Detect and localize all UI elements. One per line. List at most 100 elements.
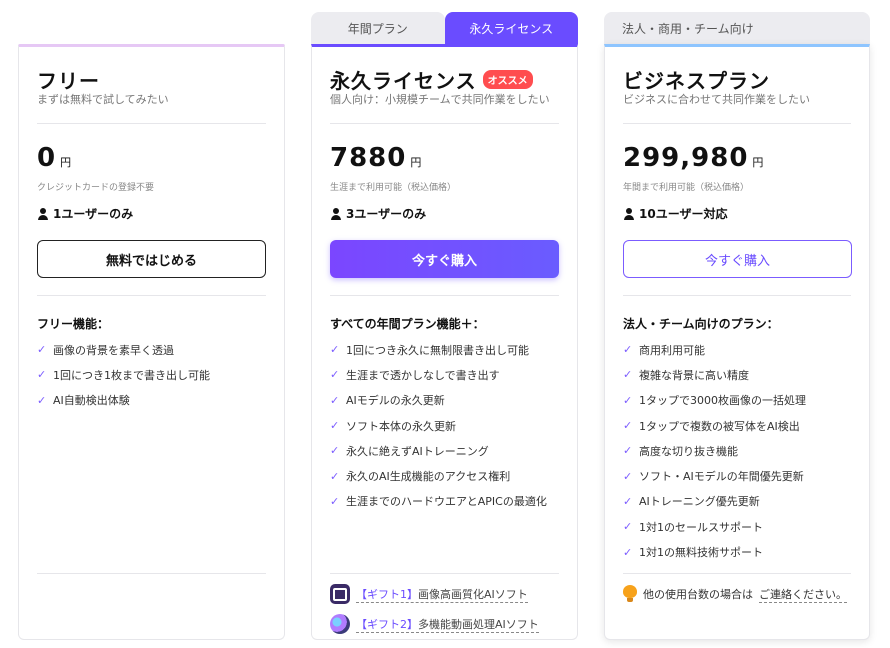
gift-item[interactable]: 【ギフト1】画像高画質化AIソフト bbox=[330, 579, 559, 609]
list-item: ✓ AI自動検出体験 bbox=[37, 388, 266, 413]
tab-lifetime[interactable]: 永久ライセンス bbox=[444, 12, 578, 44]
list-item: ✓ ソフト・AIモデルの年間優先更新 bbox=[623, 463, 851, 488]
contact-note: 他の使用台数の場合は ご連絡ください。 bbox=[623, 585, 847, 603]
feature-text: ソフト本体の永久更新 bbox=[346, 419, 456, 433]
list-item: ✓ 画像の背景を素早く透過 bbox=[37, 337, 266, 362]
feature-text: 1対1の無料技術サポート bbox=[639, 546, 763, 560]
price-unit: 円 bbox=[752, 156, 764, 169]
feature-text: 生涯まで透かしなしで書き出す bbox=[346, 368, 500, 382]
list-item: ✓ AIモデルの永久更新 bbox=[330, 388, 559, 413]
lightbulb-icon bbox=[623, 585, 637, 603]
list-item: ✓ 1回につき永久に無制限書き出し可能 bbox=[330, 337, 559, 362]
price: 7880 円 bbox=[330, 143, 421, 173]
video-enhancer-icon bbox=[330, 614, 350, 634]
list-item: ✓ 1タップで3000枚画像の一括処理 bbox=[623, 388, 851, 413]
list-item: ✓ 生涯までのハードウエアとAPICの最適化 bbox=[330, 489, 559, 514]
divider bbox=[330, 295, 559, 296]
price-note: クレジットカードの登録不要 bbox=[37, 183, 155, 193]
plan-title-text: 永久ライセンス bbox=[330, 69, 477, 93]
plan-subtitle: ビジネスに合わせて共同作業をしたい bbox=[623, 93, 810, 106]
divider bbox=[623, 573, 851, 574]
gift-name: 画像高画質化AIソフト bbox=[418, 587, 528, 601]
user-count-text: 10ユーザー対応 bbox=[639, 207, 728, 221]
recommended-badge: オススメ bbox=[482, 70, 533, 89]
feature-text: AIトレーニング優先更新 bbox=[639, 495, 760, 509]
gift-name: 多機能動画処理AIソフト bbox=[418, 617, 539, 631]
feature-text: 画像の背景を素早く透過 bbox=[53, 343, 174, 357]
divider bbox=[37, 573, 266, 574]
check-icon: ✓ bbox=[623, 545, 633, 559]
feature-text: 永久のAI生成機能のアクセス権利 bbox=[346, 470, 511, 484]
list-item: ✓ 1対1の無料技術サポート bbox=[623, 539, 851, 564]
buy-now-button[interactable]: 今すぐ購入 bbox=[623, 240, 852, 278]
feature-text: AI自動検出体験 bbox=[53, 394, 130, 408]
price: 0 円 bbox=[37, 143, 71, 173]
gift-link[interactable]: 【ギフト1】画像高画質化AIソフト bbox=[356, 586, 528, 603]
list-item: ✓ 複雑な背景に高い精度 bbox=[623, 362, 851, 387]
feature-text: 1タップで複数の被写体をAI検出 bbox=[639, 419, 800, 433]
plan-title: フリー bbox=[37, 65, 100, 94]
features-list: ✓ 1回につき永久に無制限書き出し可能 ✓ 生涯まで透かしなしで書き出す ✓ AIモデ… bbox=[330, 337, 559, 514]
start-free-button[interactable]: 無料ではじめる bbox=[37, 240, 266, 278]
gift-item[interactable]: 【ギフト2】多機能動画処理AIソフト bbox=[330, 609, 559, 639]
buy-now-button[interactable]: 今すぐ購入 bbox=[330, 240, 559, 278]
check-icon: ✓ bbox=[330, 444, 340, 458]
feature-text: 永久に絶えずAIトレーニング bbox=[346, 444, 489, 458]
feature-text: AIモデルの永久更新 bbox=[346, 394, 445, 408]
list-item: ✓ 永久に絶えずAIトレーニング bbox=[330, 438, 559, 463]
feature-text: 1タップで3000枚画像の一括処理 bbox=[639, 394, 806, 408]
user-count: 1ユーザーのみ bbox=[37, 205, 133, 222]
plan-subtitle: 個人向け：小規模チームで共同作業をしたい bbox=[330, 93, 550, 106]
feature-text: 高度な切り抜き機能 bbox=[639, 444, 738, 458]
user-icon bbox=[623, 207, 635, 220]
feature-text: 1回につき永久に無制限書き出し可能 bbox=[346, 343, 529, 357]
list-item: ✓ 1回につき1枚まで書き出し可能 bbox=[37, 362, 266, 387]
list-item: ✓ AIトレーニング優先更新 bbox=[623, 489, 851, 514]
tab-annual[interactable]: 年間プラン bbox=[311, 12, 445, 44]
features-title: 法人・チーム向けのプラン： bbox=[623, 317, 779, 331]
feature-text: 複雑な背景に高い精度 bbox=[639, 368, 749, 382]
list-item: ✓ 生涯まで透かしなしで書き出す bbox=[330, 362, 559, 387]
check-icon: ✓ bbox=[330, 368, 340, 382]
list-item: ✓ 商用利用可能 bbox=[623, 337, 851, 362]
gift-tag: 【ギフト2】 bbox=[356, 617, 418, 631]
list-item: ✓ 高度な切り抜き機能 bbox=[623, 438, 851, 463]
plan-title-text: フリー bbox=[37, 69, 100, 93]
feature-text: 商用利用可能 bbox=[639, 343, 705, 357]
gift-link[interactable]: 【ギフト2】多機能動画処理AIソフト bbox=[356, 616, 539, 633]
price-amount: 299,980 bbox=[623, 143, 749, 173]
divider bbox=[37, 295, 266, 296]
check-icon: ✓ bbox=[330, 343, 340, 357]
free-plan-card: フリー まずは無料で試してみたい 0 円 クレジットカードの登録不要 1ユーザー… bbox=[18, 44, 285, 640]
price-unit: 円 bbox=[410, 156, 422, 169]
gift-tag: 【ギフト1】 bbox=[356, 587, 418, 601]
plan-tabs: 年間プラン 永久ライセンス bbox=[311, 12, 578, 44]
business-plan-card: ビジネスプラン ビジネスに合わせて共同作業をしたい 299,980 円 年間まで… bbox=[604, 44, 870, 640]
gift-list: 【ギフト1】画像高画質化AIソフト 【ギフト2】多機能動画処理AIソフト bbox=[330, 579, 559, 639]
check-icon: ✓ bbox=[37, 368, 47, 382]
plan-title-text: ビジネスプラン bbox=[623, 69, 770, 93]
plan-title: ビジネスプラン bbox=[623, 65, 770, 94]
price-amount: 0 bbox=[37, 143, 57, 173]
user-count: 3ユーザーのみ bbox=[330, 205, 426, 222]
feature-text: 生涯までのハードウエアとAPICの最適化 bbox=[346, 495, 547, 509]
price-note: 年間まで利用可能（税込価格） bbox=[623, 183, 750, 193]
price-unit: 円 bbox=[60, 156, 72, 169]
contact-text: 他の使用台数の場合は bbox=[643, 588, 753, 601]
contact-link[interactable]: ご連絡ください。 bbox=[759, 586, 847, 603]
plan-subtitle: まずは無料で試してみたい bbox=[37, 93, 169, 106]
divider bbox=[330, 573, 559, 574]
features-list: ✓ 画像の背景を素早く透過 ✓ 1回につき1枚まで書き出し可能 ✓ AI自動検出体験 bbox=[37, 337, 266, 413]
check-icon: ✓ bbox=[623, 494, 633, 508]
divider bbox=[623, 123, 851, 124]
check-icon: ✓ bbox=[37, 343, 47, 357]
user-icon bbox=[37, 207, 49, 220]
check-icon: ✓ bbox=[623, 393, 633, 407]
lifetime-plan-card: 永久ライセンス オススメ 個人向け：小規模チームで共同作業をしたい 7880 円… bbox=[311, 44, 578, 640]
features-list: ✓ 商用利用可能 ✓ 複雑な背景に高い精度 ✓ 1タップで3000枚画像の一括処理 ✓… bbox=[623, 337, 851, 565]
list-item: ✓ 1タップで複数の被写体をAI検出 bbox=[623, 413, 851, 438]
check-icon: ✓ bbox=[623, 444, 633, 458]
image-upscaler-icon bbox=[330, 584, 350, 604]
feature-text: 1回につき1枚まで書き出し可能 bbox=[53, 368, 210, 382]
features-title: すべての年間プラン機能＋： bbox=[330, 317, 485, 331]
